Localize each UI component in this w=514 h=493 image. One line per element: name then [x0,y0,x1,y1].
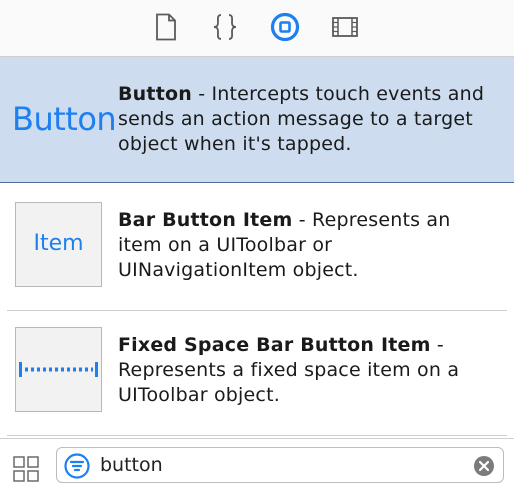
item-title: Fixed Space Bar Button Item [118,334,431,356]
fixed-space-preview [15,327,102,412]
filter-bar [0,438,514,493]
tab-object-library[interactable] [270,12,300,42]
library-tab-bar [0,0,514,57]
tab-file-template[interactable] [151,12,181,42]
item-preview-text: Item [33,231,84,256]
fixed-space-icon [19,362,98,377]
bar-button-item-preview: Item [15,202,102,287]
tab-media-library[interactable] [330,12,360,42]
search-field[interactable] [56,447,504,483]
item-title: Bar Button Item [118,209,293,231]
item-description: Fixed Space Bar Button Item - Represents… [118,333,498,408]
item-description: Button - Intercepts touch events and sen… [118,82,498,157]
list-item-button[interactable]: Button Button - Intercepts touch events … [0,57,514,183]
object-library-icon [270,12,300,42]
filter-icon[interactable] [64,453,90,479]
search-input[interactable] [100,454,460,476]
code-braces-icon [213,14,237,40]
divider [7,435,507,436]
item-title: Button [118,83,192,105]
file-icon [156,13,176,41]
object-list: Button Button - Intercepts touch events … [0,57,514,437]
clear-icon[interactable] [473,455,495,477]
grid-view-icon[interactable] [13,456,39,482]
divider [7,310,507,311]
list-item-fixed-space-bar-button-item[interactable]: Fixed Space Bar Button Item - Represents… [0,313,514,437]
item-description: Bar Button Item - Represents an item on … [118,208,498,283]
tab-code-snippet[interactable] [210,12,240,42]
button-preview: Button [12,100,117,138]
list-item-bar-button-item[interactable]: Item Bar Button Item - Represents an ite… [0,184,514,311]
media-library-icon [332,17,358,37]
